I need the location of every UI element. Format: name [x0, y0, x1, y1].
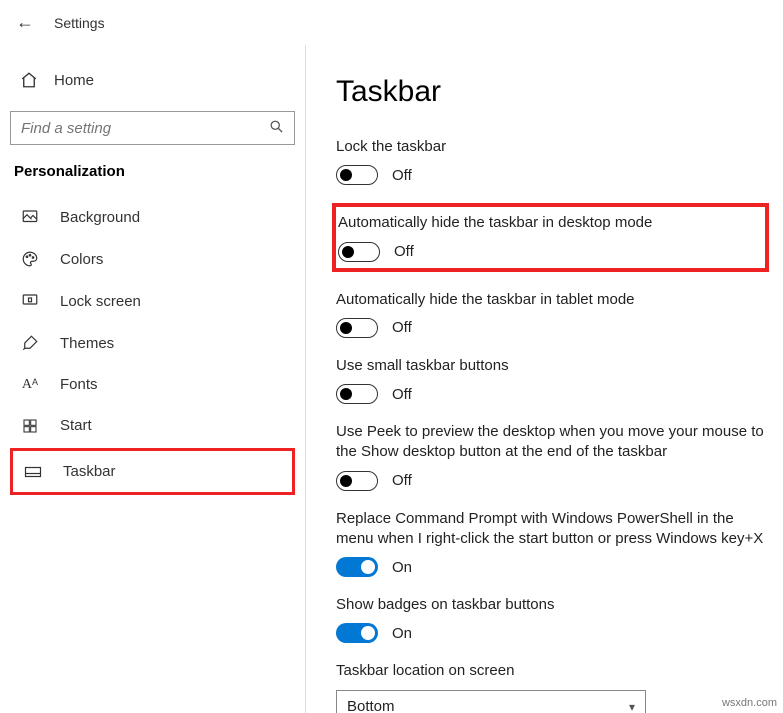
toggle-badges[interactable] [336, 623, 378, 643]
sidebar-item-background[interactable]: Background [10, 196, 295, 238]
setting-powershell: Replace Command Prompt with Windows Powe… [336, 509, 769, 578]
toggle-state: Off [392, 472, 412, 489]
toggle-autohide-tablet[interactable] [336, 318, 378, 338]
setting-label: Replace Command Prompt with Windows Powe… [336, 509, 769, 550]
watermark: wsxdn.com [722, 697, 777, 709]
toggle-state: Off [392, 386, 412, 403]
back-icon[interactable]: ← [16, 12, 34, 33]
toggle-lock-taskbar[interactable] [336, 165, 378, 185]
sidebar-item-taskbar[interactable]: Taskbar [10, 448, 295, 495]
search-input[interactable] [10, 111, 295, 145]
select-value: Bottom [347, 698, 395, 713]
search-icon [269, 119, 284, 137]
sidebar-item-start[interactable]: Start [10, 405, 295, 446]
setting-label: Show badges on taskbar buttons [336, 595, 769, 615]
toggle-autohide-desktop[interactable] [338, 242, 380, 262]
window-title: Settings [54, 15, 105, 31]
lockscreen-icon [20, 292, 40, 310]
setting-label: Use small taskbar buttons [336, 356, 769, 376]
main-panel: Taskbar Lock the taskbar Off Automatical… [306, 45, 783, 713]
sidebar-item-label: Fonts [60, 376, 98, 393]
toggle-state: Off [392, 319, 412, 336]
setting-label: Automatically hide the taskbar in tablet… [336, 290, 769, 310]
sidebar-section-title: Personalization [10, 163, 295, 196]
setting-small-buttons: Use small taskbar buttons Off [336, 356, 769, 404]
setting-label: Use Peek to preview the desktop when you… [336, 422, 769, 463]
sidebar-item-label: Lock screen [60, 293, 141, 310]
brush-icon [20, 334, 40, 352]
setting-autohide-tablet: Automatically hide the taskbar in tablet… [336, 290, 769, 338]
search-field[interactable] [21, 120, 245, 137]
setting-lock-taskbar: Lock the taskbar Off [336, 137, 769, 185]
setting-location: Taskbar location on screen Bottom ▾ [336, 661, 769, 713]
location-select[interactable]: Bottom ▾ [336, 690, 646, 713]
toggle-powershell[interactable] [336, 557, 378, 577]
page-title: Taskbar [336, 75, 769, 109]
start-icon [20, 418, 40, 434]
home-icon [20, 71, 38, 89]
taskbar-icon [23, 465, 43, 479]
sidebar: Home Personalization Background Colors [0, 45, 305, 713]
chevron-down-icon: ▾ [629, 700, 635, 713]
setting-label: Taskbar location on screen [336, 661, 769, 681]
fonts-icon: AA [20, 377, 40, 393]
sidebar-item-label: Start [60, 417, 92, 434]
setting-label: Lock the taskbar [336, 137, 769, 157]
toggle-state: Off [394, 243, 414, 260]
home-button[interactable]: Home [10, 65, 295, 95]
setting-peek: Use Peek to preview the desktop when you… [336, 422, 769, 491]
toggle-state: On [392, 559, 412, 576]
toggle-state: On [392, 625, 412, 642]
sidebar-item-fonts[interactable]: AA Fonts [10, 364, 295, 405]
sidebar-item-colors[interactable]: Colors [10, 238, 295, 280]
sidebar-item-label: Taskbar [63, 463, 116, 480]
image-icon [20, 208, 40, 226]
sidebar-item-themes[interactable]: Themes [10, 322, 295, 364]
palette-icon [20, 250, 40, 268]
setting-autohide-desktop: Automatically hide the taskbar in deskto… [332, 203, 769, 271]
toggle-peek[interactable] [336, 471, 378, 491]
sidebar-item-label: Colors [60, 251, 103, 268]
sidebar-item-label: Background [60, 209, 140, 226]
home-label: Home [54, 72, 94, 89]
toggle-state: Off [392, 167, 412, 184]
toggle-small-buttons[interactable] [336, 384, 378, 404]
sidebar-item-lockscreen[interactable]: Lock screen [10, 280, 295, 322]
setting-badges: Show badges on taskbar buttons On [336, 595, 769, 643]
sidebar-item-label: Themes [60, 335, 114, 352]
setting-label: Automatically hide the taskbar in deskto… [338, 213, 759, 233]
